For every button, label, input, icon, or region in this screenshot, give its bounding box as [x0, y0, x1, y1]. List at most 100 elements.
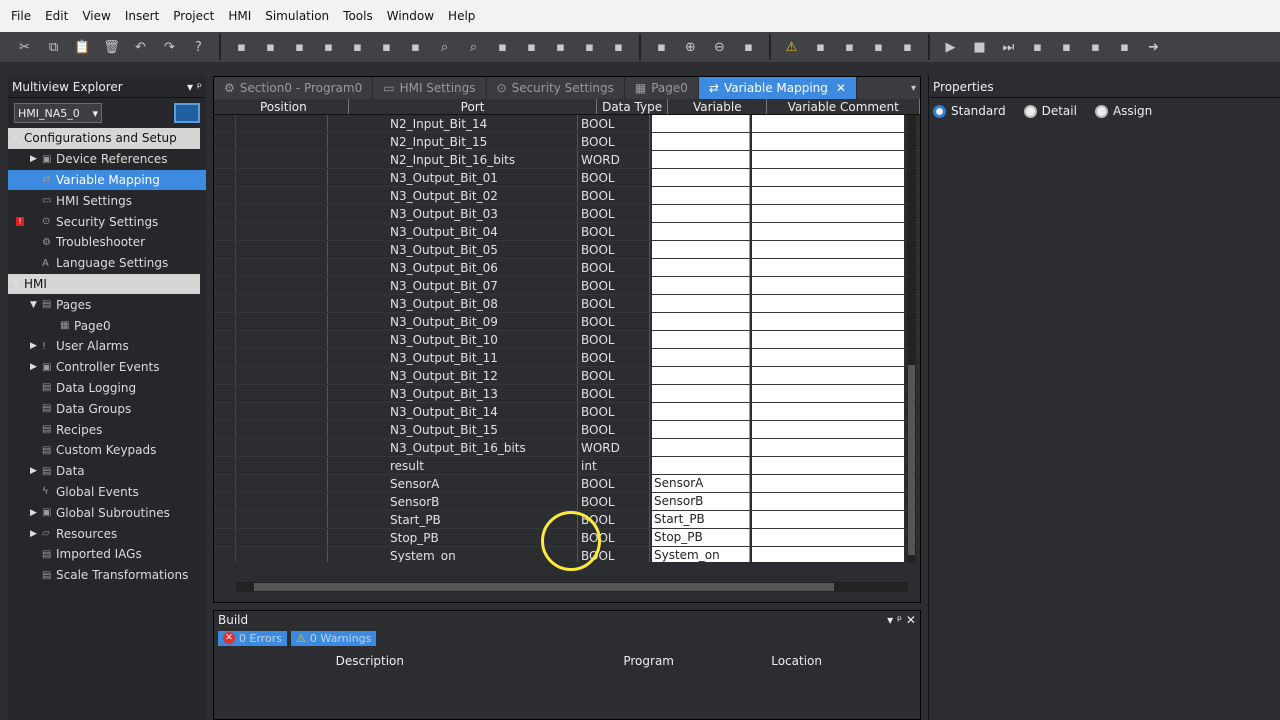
variable-cell[interactable]: System_on [652, 547, 750, 562]
menu-item-insert[interactable]: Insert [118, 9, 166, 23]
horizontal-scroll-thumb[interactable] [254, 583, 834, 591]
col-header-position[interactable]: Position [214, 99, 350, 114]
variable-comment-cell[interactable] [752, 529, 904, 546]
menu-item-project[interactable]: Project [166, 9, 221, 23]
tree-item-global-events[interactable]: ϟ Global Events [8, 482, 206, 503]
variable-cell[interactable] [652, 133, 750, 150]
variable-cell[interactable] [652, 277, 750, 294]
tab-security-settings[interactable]: ⊙ Security Settings [487, 77, 625, 99]
variable-cell[interactable] [652, 349, 750, 366]
menu-item-view[interactable]: View [75, 9, 117, 23]
variable-comment-cell[interactable] [752, 187, 904, 204]
col-header-variable-comment[interactable]: Variable Comment [767, 99, 920, 114]
tree-item-resources[interactable]: ▶ ▱ Resources [8, 523, 206, 544]
variable-comment-cell[interactable] [752, 475, 904, 492]
variable-cell[interactable] [652, 169, 750, 186]
variable-cell[interactable]: Stop_PB [652, 529, 750, 546]
row-handle[interactable] [214, 331, 236, 348]
vertical-scroll-thumb[interactable] [908, 365, 915, 555]
radio-standard[interactable]: Standard [933, 104, 1006, 118]
radio-assign[interactable]: Assign [1094, 104, 1152, 118]
variable-comment-cell[interactable] [752, 511, 904, 528]
grab-icon[interactable]: ▪ [1083, 36, 1108, 58]
chevron-down-icon[interactable]: ▼ [12, 133, 24, 143]
row-handle[interactable] [214, 241, 236, 258]
row-handle[interactable] [214, 349, 236, 366]
row-handle[interactable] [214, 169, 236, 186]
hand-cursor-icon[interactable]: ▪ [1112, 36, 1137, 58]
check-icon[interactable]: ▪ [490, 36, 515, 58]
row-handle[interactable] [214, 205, 236, 222]
run-icon[interactable]: ▶ [938, 36, 963, 58]
errors-filter[interactable]: ✕ 0 Errors [218, 630, 288, 646]
row-handle[interactable] [214, 475, 236, 492]
variable-comment-cell[interactable] [752, 385, 904, 402]
variable-comment-cell[interactable] [752, 277, 904, 294]
row-handle[interactable] [214, 187, 236, 204]
row-handle[interactable] [214, 151, 236, 168]
row-handle[interactable] [214, 115, 236, 132]
tree-item-data-groups[interactable]: ▤ Data Groups [8, 398, 206, 419]
tab-page0[interactable]: ▦ Page0 [625, 77, 699, 99]
chevron-right-icon[interactable]: ▶ [30, 362, 42, 372]
delete-icon[interactable]: 🗑 [99, 36, 124, 58]
tab-variable-mapping[interactable]: ⇄ Variable Mapping ✕ [698, 77, 857, 99]
select-icon[interactable]: ▪ [649, 36, 674, 58]
search-icon[interactable]: ⌕ [461, 36, 486, 58]
tool-icon[interactable]: ▪ [403, 36, 428, 58]
tree-item-scale-transformations[interactable]: ▤ Scale Transformations [8, 565, 206, 586]
radio-detail[interactable]: Detail [1023, 104, 1077, 118]
variable-comment-cell[interactable] [752, 133, 904, 150]
chevron-right-icon[interactable]: ▶ [30, 341, 42, 351]
transfer-icon[interactable]: ▪ [577, 36, 602, 58]
close-icon[interactable]: ✕ [836, 81, 846, 95]
row-handle[interactable] [214, 367, 236, 384]
variable-cell[interactable]: Start_PB [652, 511, 750, 528]
table-icon[interactable]: ▪ [229, 36, 254, 58]
tree-item-security-settings[interactable]: ! ⊙ Security Settings [8, 211, 206, 232]
tab-hmi-settings[interactable]: ▭ HMI Settings [373, 77, 487, 99]
build-panel-controls[interactable]: ▾ ᵖ ✕ [887, 613, 916, 627]
menu-item-window[interactable]: Window [380, 9, 441, 23]
horizontal-scrollbar[interactable] [236, 582, 908, 592]
window-icon[interactable]: ▪ [316, 36, 341, 58]
variable-cell[interactable] [652, 223, 750, 240]
stop-icon[interactable]: ■ [967, 36, 992, 58]
variable-comment-cell[interactable] [752, 241, 904, 258]
menu-item-help[interactable]: Help [441, 9, 482, 23]
grid-icon[interactable]: ▪ [287, 36, 312, 58]
variable-comment-cell[interactable] [752, 493, 904, 510]
variable-cell[interactable] [652, 115, 750, 132]
chevron-right-icon[interactable]: ▶ [30, 529, 42, 539]
list-icon[interactable]: ▪ [519, 36, 544, 58]
variable-cell[interactable]: SensorA [652, 475, 750, 492]
undo-icon[interactable]: ↶ [128, 36, 153, 58]
tree-icon[interactable]: ▪ [258, 36, 283, 58]
menu-item-tools[interactable]: Tools [336, 9, 380, 23]
variable-cell[interactable] [652, 421, 750, 438]
variable-cell[interactable] [652, 457, 750, 474]
zoom-out-icon[interactable]: ⊖ [707, 36, 732, 58]
find-icon[interactable]: ⌕ [432, 36, 457, 58]
row-handle[interactable] [214, 259, 236, 276]
filter-icon[interactable]: ▪ [808, 36, 833, 58]
variable-cell[interactable] [652, 205, 750, 222]
variable-cell[interactable] [652, 241, 750, 258]
variable-cell[interactable] [652, 151, 750, 168]
chevron-down-icon[interactable]: ▼ [30, 300, 42, 310]
variable-cell[interactable] [652, 403, 750, 420]
variable-comment-cell[interactable] [752, 205, 904, 222]
tree-item-user-alarms[interactable]: ▶! User Alarms [8, 336, 206, 357]
hmi-device-icon[interactable] [174, 103, 200, 123]
row-handle[interactable] [214, 457, 236, 474]
tab-list-menu-icon[interactable]: ▾ [911, 77, 920, 99]
row-handle[interactable] [214, 439, 236, 456]
tree-item-language-settings[interactable]: A Language Settings [8, 253, 206, 274]
cut-icon[interactable]: ✂ [12, 36, 37, 58]
zoom-in-icon[interactable]: ⊕ [678, 36, 703, 58]
chevron-right-icon[interactable]: ▶ [30, 466, 42, 476]
variable-cell[interactable]: SensorB [652, 493, 750, 510]
device-select[interactable]: HMI_NA5_0 ▾ [14, 103, 102, 123]
link-icon[interactable]: ▪ [548, 36, 573, 58]
tree-item-troubleshooter[interactable]: ⚙ Troubleshooter [8, 232, 206, 253]
